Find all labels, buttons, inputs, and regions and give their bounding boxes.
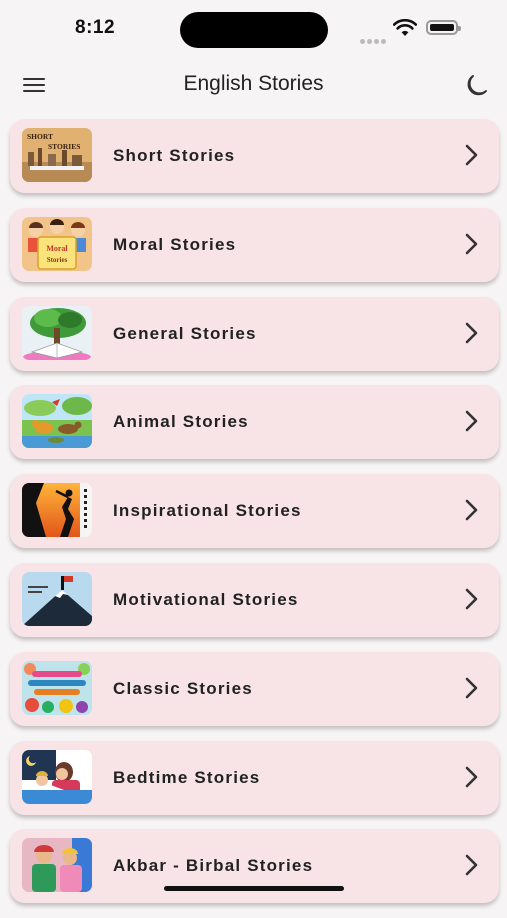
chevron-right-icon	[465, 855, 478, 876]
story-category-label: Short Stories	[113, 146, 236, 165]
akbar-birbal-stories-thumbnail	[22, 838, 92, 893]
classic-stories-thumbnail	[22, 660, 92, 715]
story-category-item[interactable]: Bedtime Stories	[10, 740, 499, 815]
chevron-right-icon	[465, 588, 478, 610]
story-category-item[interactable]: Inspirational Stories	[10, 474, 499, 549]
dark-mode-toggle-button[interactable]	[460, 70, 492, 102]
story-category-label: Moral Stories	[113, 234, 237, 254]
story-category-item[interactable]: Animal Stories	[10, 385, 499, 460]
story-category-label: General Stories	[113, 323, 257, 343]
chevron-right-icon	[465, 677, 478, 699]
svg-text:STORIES: STORIES	[48, 142, 80, 151]
chevron-right-icon	[465, 144, 478, 166]
story-category-item[interactable]: SHORT STORIES Short Stories	[10, 119, 499, 193]
story-category-item[interactable]: Akbar - Birbal Stories	[10, 829, 499, 904]
story-category-item[interactable]: Moral Stories Moral Stories	[10, 207, 499, 282]
page-title: English Stories	[183, 72, 324, 95]
story-category-item[interactable]: General Stories	[10, 296, 499, 371]
story-category-label: Bedtime Stories	[113, 767, 261, 787]
moon-icon	[467, 75, 487, 96]
story-category-item[interactable]: Motivational Stories	[10, 562, 499, 637]
chevron-right-icon	[465, 411, 478, 432]
cellular-signal-icon	[360, 31, 388, 49]
home-indicator	[164, 886, 344, 891]
svg-text:Stories: Stories	[47, 256, 68, 264]
status-time: 8:12	[75, 17, 116, 38]
chevron-right-icon	[465, 766, 478, 787]
chevron-right-icon	[465, 233, 478, 255]
story-category-label: Animal Stories	[113, 412, 249, 432]
story-category-label: Motivational Stories	[113, 589, 299, 609]
story-category-item[interactable]: Classic Stories	[10, 651, 499, 726]
story-category-label: Classic Stories	[113, 678, 253, 698]
story-category-label: Inspirational Stories	[113, 501, 302, 521]
status-bar: 8:12	[0, 0, 507, 58]
motivational-stories-thumbnail	[22, 571, 92, 626]
svg-text:Moral: Moral	[46, 244, 68, 253]
app-bar: English Stories	[0, 62, 507, 108]
battery-icon	[426, 20, 461, 35]
dynamic-island	[180, 12, 328, 48]
short-stories-thumbnail: SHORT STORIES	[22, 128, 92, 182]
svg-text:SHORT: SHORT	[27, 132, 53, 141]
moral-stories-thumbnail: Moral Stories	[22, 216, 92, 271]
animal-stories-thumbnail	[22, 394, 92, 449]
general-stories-thumbnail	[22, 305, 92, 360]
story-category-list: SHORT STORIES Short Stories Moral Storie…	[10, 119, 499, 918]
story-category-label: Akbar - Birbal Stories	[113, 856, 314, 876]
chevron-right-icon	[465, 499, 478, 521]
wifi-icon	[392, 18, 418, 42]
bedtime-stories-thumbnail	[22, 749, 92, 804]
inspirational-stories-thumbnail	[22, 483, 92, 538]
chevron-right-icon	[465, 322, 478, 343]
